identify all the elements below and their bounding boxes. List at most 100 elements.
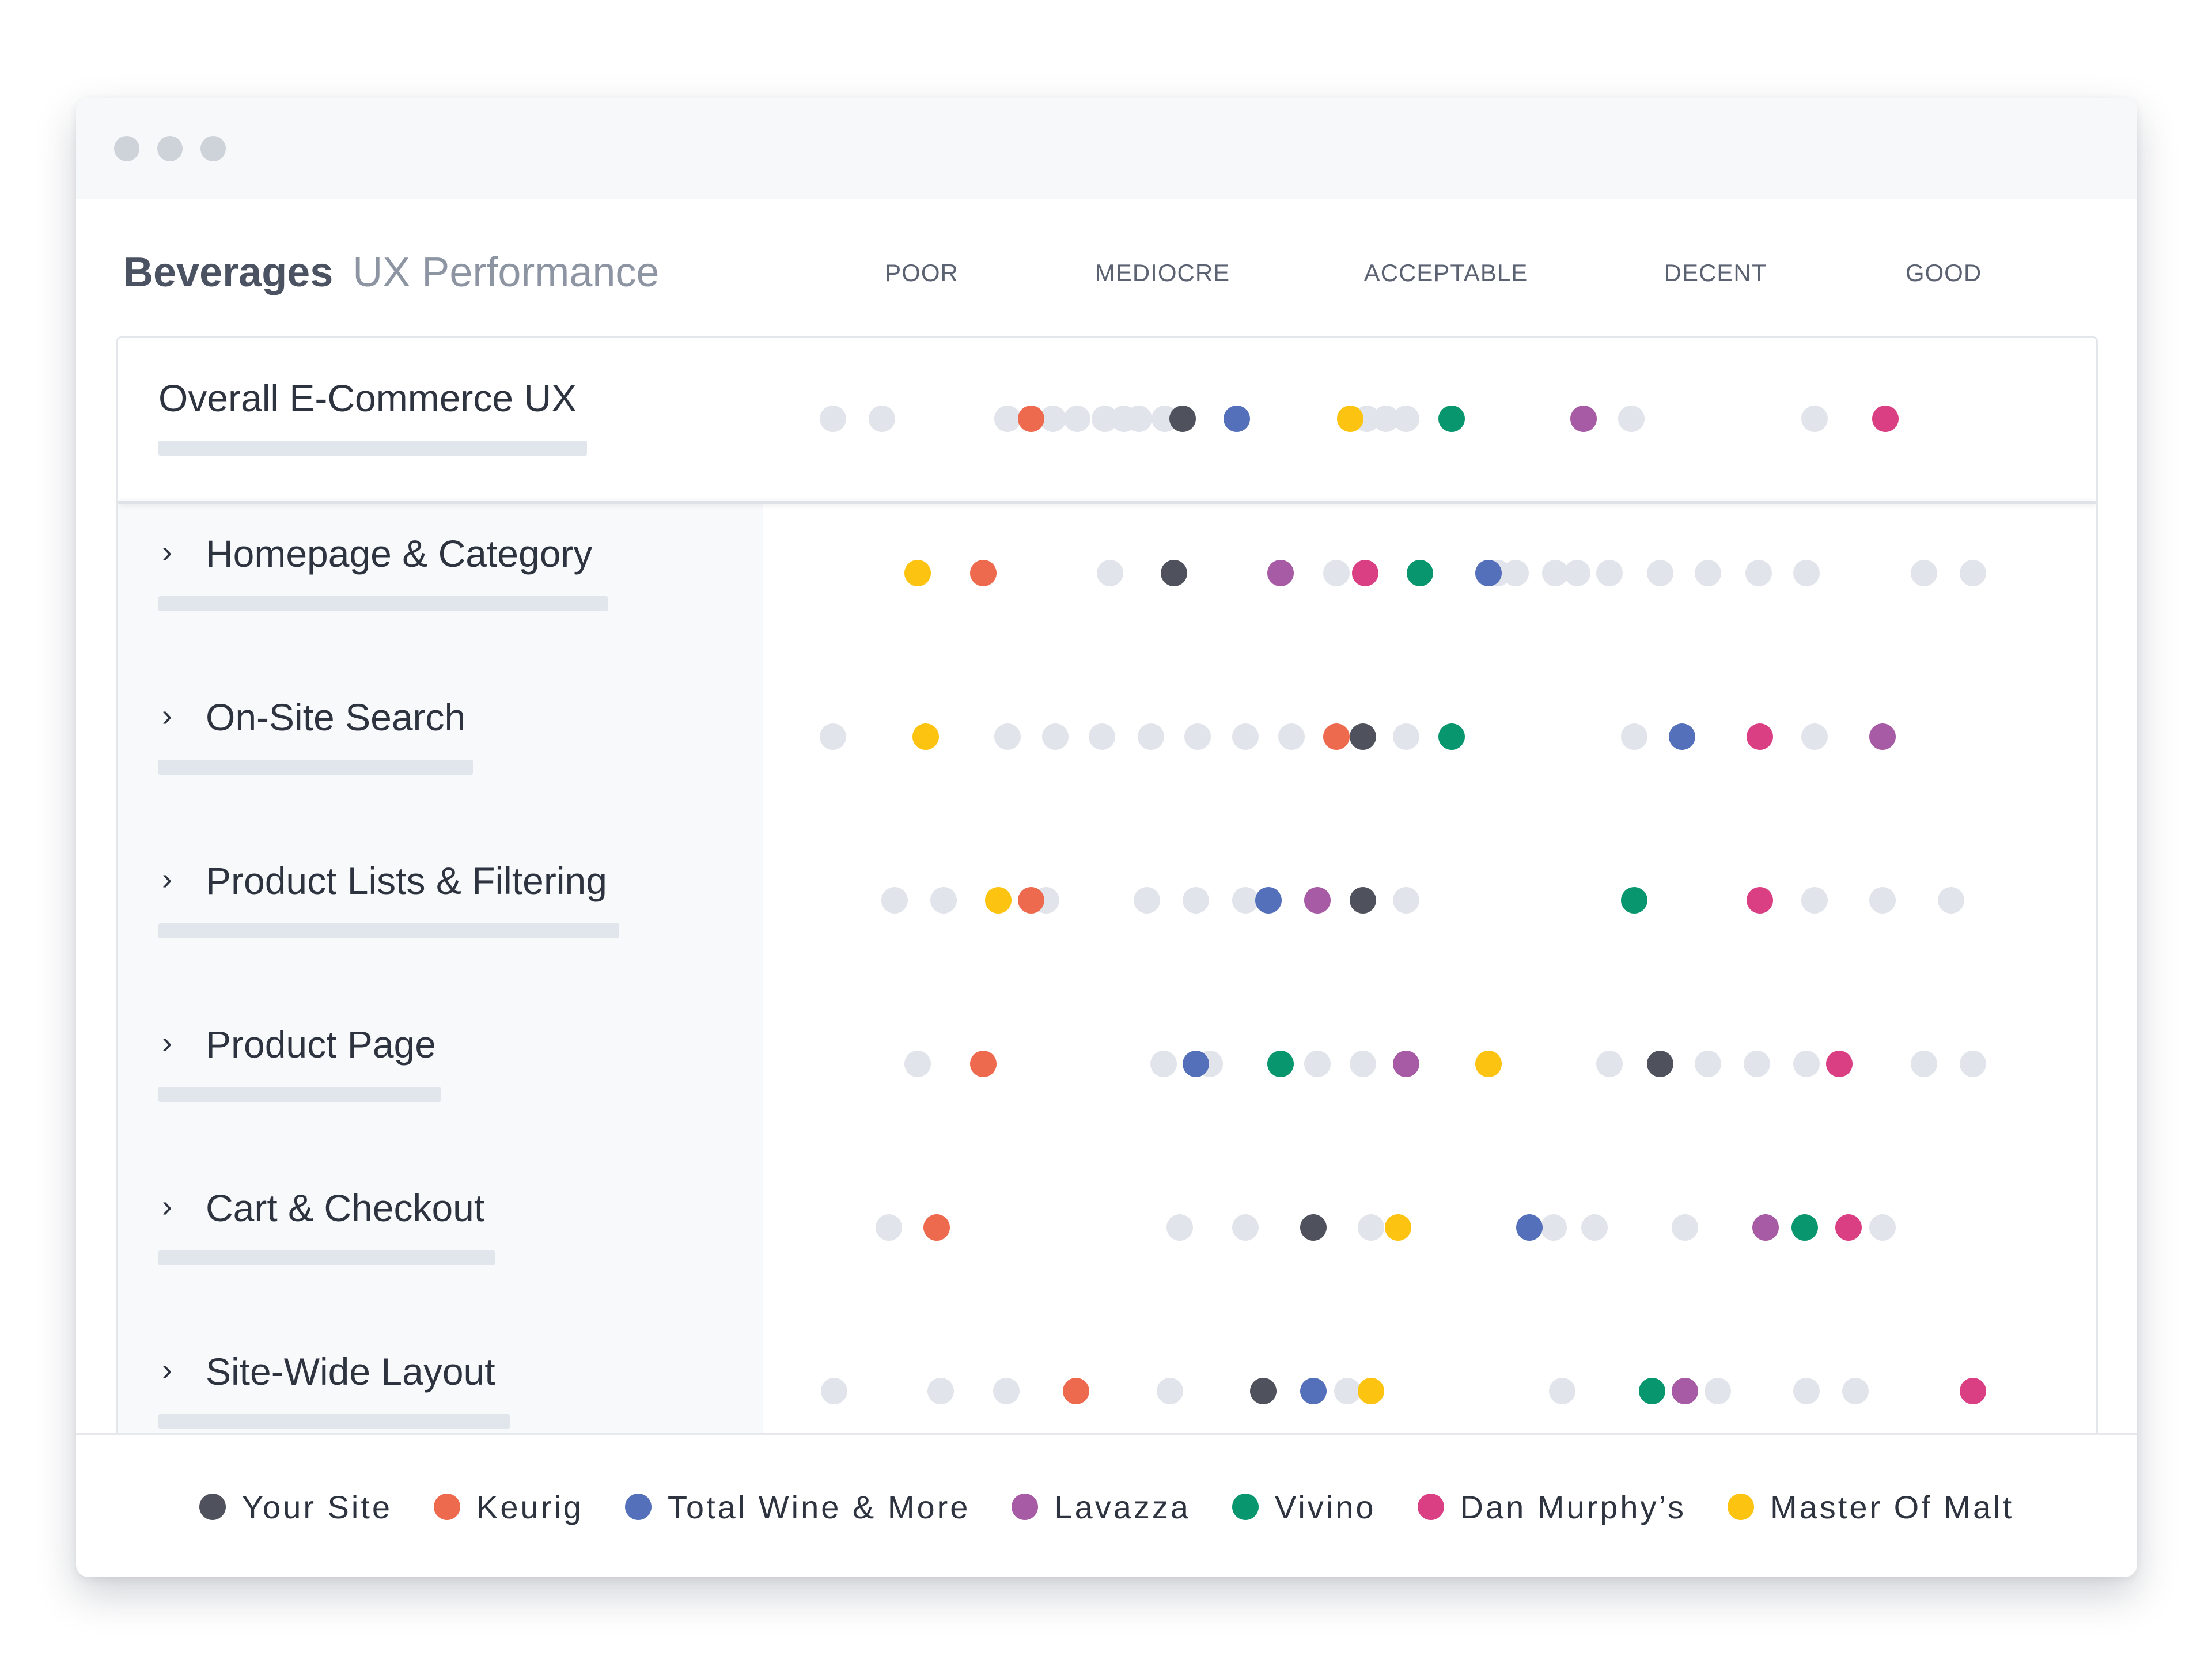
score-dot-vivino[interactable] <box>1267 1051 1294 1077</box>
benchmark-dot[interactable] <box>1695 560 1722 586</box>
benchmark-dot[interactable] <box>1842 1378 1869 1404</box>
benchmark-dot[interactable] <box>1042 723 1069 750</box>
score-dot-keurig[interactable] <box>1017 887 1044 914</box>
row-cart-checkout[interactable]: › Cart & Checkout <box>118 1165 2096 1327</box>
benchmark-dot[interactable] <box>1596 560 1623 586</box>
row-label-product-page[interactable]: Product Page <box>206 1022 436 1066</box>
benchmark-dot[interactable] <box>1695 1051 1722 1077</box>
benchmark-dot[interactable] <box>1744 1051 1771 1077</box>
benchmark-dot[interactable] <box>1745 560 1772 586</box>
benchmark-dot[interactable] <box>819 406 846 432</box>
window-maximize-button[interactable] <box>200 136 226 161</box>
row-label-cart-checkout[interactable]: Cart & Checkout <box>206 1186 484 1230</box>
score-dot-your-site[interactable] <box>1161 560 1188 586</box>
chevron-right-icon[interactable]: › <box>162 1188 172 1224</box>
benchmark-dot[interactable] <box>1869 887 1896 914</box>
benchmark-dot[interactable] <box>869 406 896 432</box>
benchmark-dot[interactable] <box>1502 560 1529 586</box>
score-dot-keurig[interactable] <box>969 560 997 586</box>
score-dot-dan-murphys[interactable] <box>1747 723 1774 750</box>
row-on-site-search[interactable]: › On-Site Search <box>118 674 2096 836</box>
chevron-right-icon[interactable]: › <box>162 1025 172 1060</box>
score-dot-lavazza[interactable] <box>1570 406 1597 432</box>
score-dot-keurig[interactable] <box>923 1214 950 1241</box>
benchmark-dot[interactable] <box>1581 1214 1608 1241</box>
score-dot-master-of-malt[interactable] <box>984 887 1012 914</box>
score-dot-master-of-malt[interactable] <box>1385 1214 1412 1241</box>
benchmark-dot[interactable] <box>1793 1378 1820 1404</box>
benchmark-dot[interactable] <box>1959 1051 1986 1077</box>
benchmark-dot[interactable] <box>1232 723 1259 750</box>
benchmark-dot[interactable] <box>1596 1051 1623 1077</box>
score-dot-lavazza[interactable] <box>1267 560 1294 586</box>
score-dot-keurig[interactable] <box>1062 1378 1089 1404</box>
benchmark-dot[interactable] <box>819 723 846 750</box>
benchmark-dot[interactable] <box>1278 723 1305 750</box>
benchmark-dot[interactable] <box>904 1051 931 1077</box>
benchmark-dot[interactable] <box>1232 887 1259 914</box>
benchmark-dot[interactable] <box>1869 1214 1896 1241</box>
score-dot-lavazza[interactable] <box>1752 1214 1779 1241</box>
row-homepage-category[interactable]: › Homepage & Category <box>118 511 2096 672</box>
score-dot-total-wine[interactable] <box>1224 406 1251 432</box>
score-dot-keurig[interactable] <box>1323 723 1350 750</box>
benchmark-dot[interactable] <box>1793 560 1820 586</box>
score-dot-vivino[interactable] <box>1438 723 1465 750</box>
score-dot-vivino[interactable] <box>1438 406 1465 432</box>
benchmark-dot[interactable] <box>1671 1214 1698 1241</box>
score-dot-lavazza[interactable] <box>1393 1051 1420 1077</box>
benchmark-dot[interactable] <box>821 1378 848 1404</box>
score-dot-master-of-malt[interactable] <box>904 560 931 586</box>
score-dot-total-wine[interactable] <box>1516 1214 1543 1241</box>
score-dot-master-of-malt[interactable] <box>912 723 940 750</box>
benchmark-dot[interactable] <box>1157 1378 1184 1404</box>
score-dot-keurig[interactable] <box>969 1051 997 1077</box>
benchmark-dot[interactable] <box>994 723 1021 750</box>
benchmark-dot[interactable] <box>1125 406 1152 432</box>
score-dot-your-site[interactable] <box>1647 1051 1674 1077</box>
row-product-page[interactable]: › Product Page <box>118 1002 2096 1163</box>
score-dot-total-wine[interactable] <box>1183 1051 1210 1077</box>
benchmark-dot[interactable] <box>1323 560 1350 586</box>
score-dot-dan-murphys[interactable] <box>1959 1378 1986 1404</box>
benchmark-dot[interactable] <box>1304 1051 1331 1077</box>
benchmark-dot[interactable] <box>1357 1214 1384 1241</box>
score-dot-your-site[interactable] <box>1349 887 1376 914</box>
benchmark-dot[interactable] <box>1793 1051 1820 1077</box>
window-close-button[interactable] <box>114 136 139 161</box>
benchmark-dot[interactable] <box>1563 560 1590 586</box>
benchmark-dot[interactable] <box>1393 887 1420 914</box>
chevron-right-icon[interactable]: › <box>162 1352 172 1388</box>
score-dot-total-wine[interactable] <box>1300 1378 1327 1404</box>
benchmark-dot[interactable] <box>1647 560 1674 586</box>
benchmark-dot[interactable] <box>994 406 1021 432</box>
chevron-right-icon[interactable]: › <box>162 861 172 897</box>
score-dot-vivino[interactable] <box>1407 560 1434 586</box>
score-dot-lavazza[interactable] <box>1869 723 1896 750</box>
benchmark-dot[interactable] <box>1393 723 1420 750</box>
benchmark-dot[interactable] <box>876 1214 903 1241</box>
score-dot-vivino[interactable] <box>1621 887 1648 914</box>
score-dot-dan-murphys[interactable] <box>1835 1214 1862 1241</box>
benchmark-dot[interactable] <box>1183 887 1210 914</box>
benchmark-dot[interactable] <box>1801 723 1828 750</box>
score-dot-dan-murphys[interactable] <box>1352 560 1379 586</box>
benchmark-dot[interactable] <box>993 1378 1020 1404</box>
benchmark-dot[interactable] <box>1618 406 1645 432</box>
benchmark-dot[interactable] <box>881 887 908 914</box>
score-dot-keurig[interactable] <box>1017 406 1044 432</box>
benchmark-dot[interactable] <box>1349 1051 1376 1077</box>
benchmark-dot[interactable] <box>1232 1214 1259 1241</box>
score-dot-lavazza[interactable] <box>1671 1378 1698 1404</box>
score-dot-dan-murphys[interactable] <box>1825 1051 1853 1077</box>
score-dot-master-of-malt[interactable] <box>1337 406 1364 432</box>
chevron-right-icon[interactable]: › <box>162 534 172 570</box>
benchmark-dot[interactable] <box>1064 406 1091 432</box>
benchmark-dot[interactable] <box>1138 723 1165 750</box>
row-product-lists-filtering[interactable]: › Product Lists & Filtering <box>118 838 2096 999</box>
score-dot-total-wine[interactable] <box>1669 723 1696 750</box>
benchmark-dot[interactable] <box>1937 887 1964 914</box>
score-dot-vivino[interactable] <box>1791 1214 1819 1241</box>
benchmark-dot[interactable] <box>1621 723 1648 750</box>
row-label-site-wide-layout[interactable]: Site-Wide Layout <box>206 1350 495 1393</box>
